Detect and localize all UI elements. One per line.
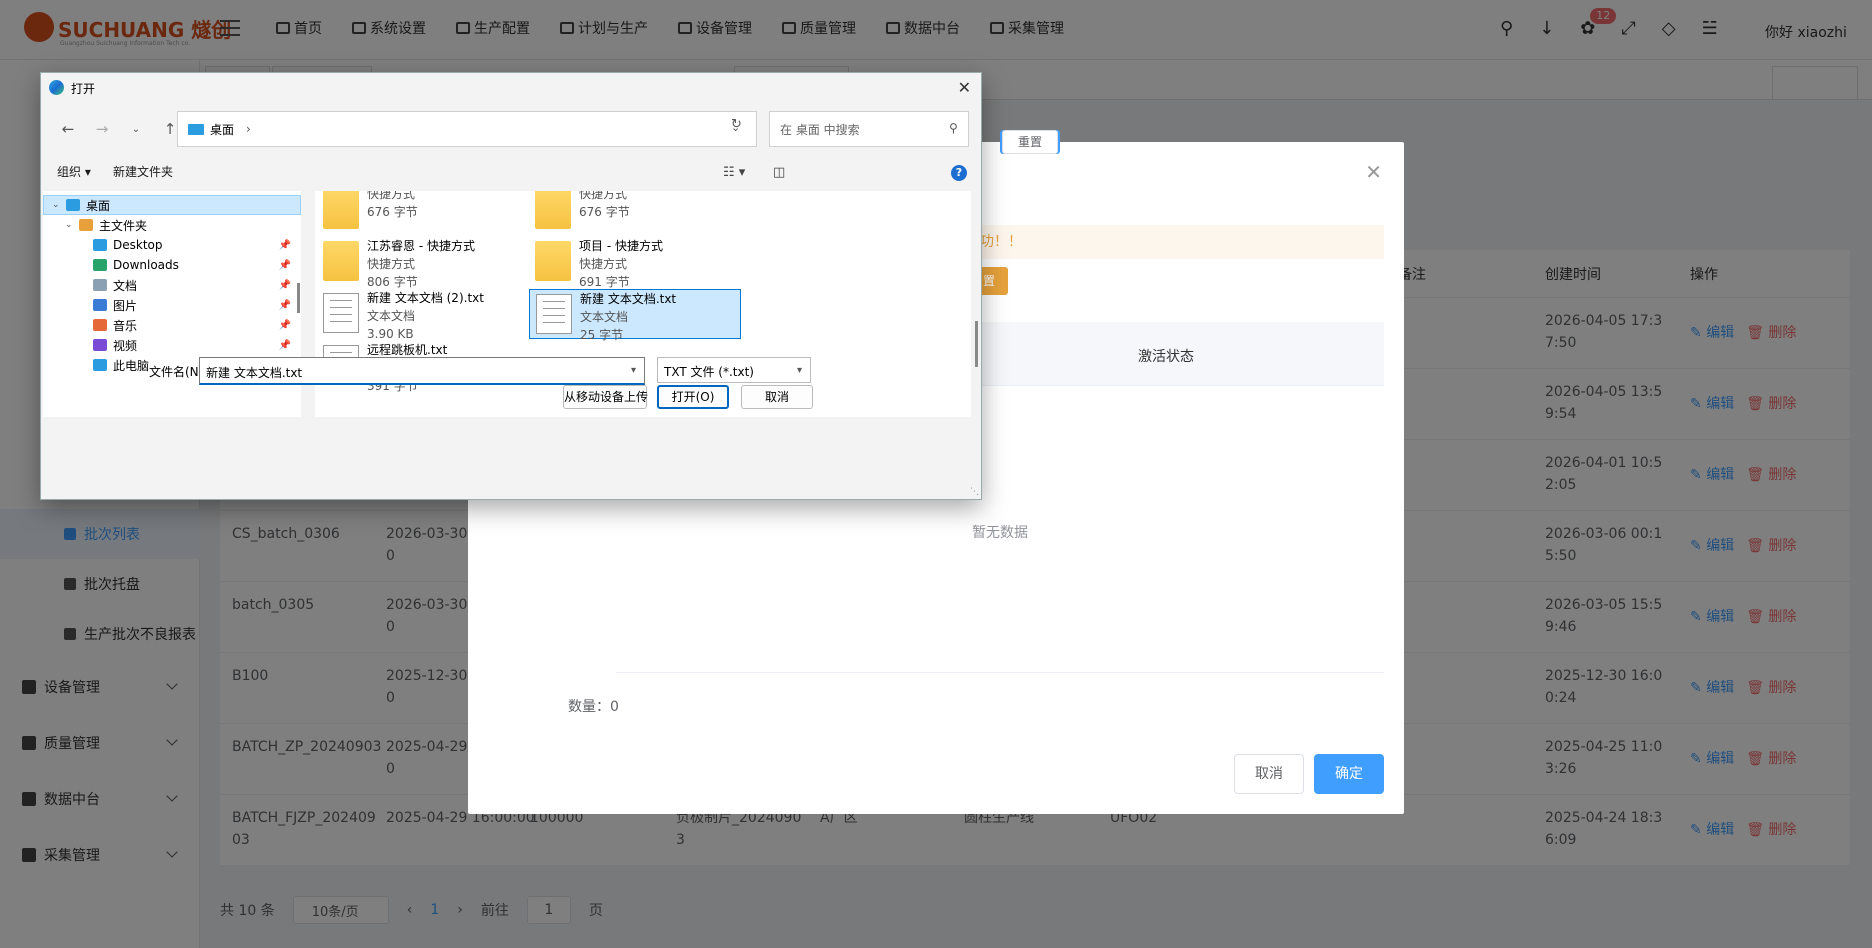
tree-item-label: 主文件夹 xyxy=(99,218,148,233)
tree-item-label: 此电脑 xyxy=(113,358,150,373)
tree-item-label: 音乐 xyxy=(113,318,138,333)
folder-shortcut-icon xyxy=(535,191,571,229)
folder-shortcut-icon xyxy=(323,241,359,281)
confirm-button[interactable]: 确定 xyxy=(1314,754,1384,794)
chevron-down-icon[interactable]: ▾ xyxy=(797,365,802,376)
dialog-titlebar: 打开 ✕ xyxy=(41,73,981,103)
pin-icon: 📌 xyxy=(278,339,291,351)
tree-item-label: 桌面 xyxy=(86,198,111,213)
chevron-right-icon: › xyxy=(246,122,251,136)
file-item[interactable]: 快捷方式 676 字节 xyxy=(317,191,529,235)
pin-icon: 📌 xyxy=(278,299,291,311)
chevron-down-icon[interactable]: ⌄ xyxy=(65,220,79,230)
file-open-dialog: 打开 ✕ ← → ⌄ ↑ 桌面 › ⌄ ↻ 在 桌面 中搜索 ⚲ 组织 ▾ 新建… xyxy=(40,72,982,500)
folder-icon xyxy=(93,239,107,251)
file-type: 文本文档 xyxy=(367,309,416,323)
preview-pane-icon[interactable]: ◫ xyxy=(773,165,785,180)
folder-shortcut-icon xyxy=(535,241,571,281)
modal-th-status: 激活状态 xyxy=(1138,349,1194,365)
folder-icon xyxy=(93,279,107,291)
file-size: 25 字节 xyxy=(580,328,624,342)
dialog-title: 打开 xyxy=(71,81,96,96)
chevron-down-icon[interactable]: ▾ xyxy=(631,365,636,376)
back-icon[interactable]: ← xyxy=(51,120,85,138)
divider xyxy=(616,672,1384,673)
tree-item[interactable]: Desktop 📌 xyxy=(43,235,301,255)
close-icon[interactable]: ✕ xyxy=(958,78,971,97)
pin-icon: 📌 xyxy=(278,239,291,251)
tree-item[interactable]: 视频 📌 xyxy=(43,335,301,355)
tree-item-label: Desktop xyxy=(113,238,163,252)
file-item[interactable]: 项目 - 快捷方式 快捷方式 691 字节 xyxy=(529,237,741,289)
tree-item[interactable]: ⌄ 主文件夹 xyxy=(43,215,301,235)
file-type: 快捷方式 xyxy=(367,257,416,271)
folder-icon xyxy=(93,319,107,331)
filename-input[interactable]: 新建 文本文档.txt xyxy=(199,357,645,385)
file-type: 快捷方式 xyxy=(579,191,628,201)
tree-item-label: 视频 xyxy=(113,338,138,353)
recent-chevron-icon[interactable]: ⌄ xyxy=(119,124,153,135)
tree-item[interactable]: Downloads 📌 xyxy=(43,255,301,275)
file-item[interactable]: 江苏睿恩 - 快捷方式 快捷方式 806 字节 xyxy=(317,237,529,289)
open-button[interactable]: 打开(O) xyxy=(657,385,729,409)
tree-item[interactable]: 音乐 📌 xyxy=(43,315,301,335)
file-name: 新建 文本文档.txt xyxy=(580,292,677,306)
folder-icon xyxy=(79,219,93,231)
tree-item-label: 文档 xyxy=(113,278,138,293)
file-type: 快捷方式 xyxy=(367,191,416,201)
tree-item-label: Downloads xyxy=(113,258,179,272)
pin-icon: 📌 xyxy=(278,279,291,291)
chevron-down-icon[interactable]: ⌄ xyxy=(52,200,66,210)
reset-button[interactable]: 重置 xyxy=(1002,130,1058,154)
refresh-icon[interactable]: ↻ xyxy=(731,117,742,132)
file-size: 676 字节 xyxy=(367,205,418,219)
dialog-cancel-button[interactable]: 取消 xyxy=(741,385,813,409)
forward-icon[interactable]: → xyxy=(85,120,119,138)
text-file-icon xyxy=(323,293,359,333)
view-options-icon[interactable]: ☷ ▾ xyxy=(723,165,745,180)
file-type: 文本文档 xyxy=(580,310,629,324)
folder-icon xyxy=(93,299,107,311)
file-item[interactable]: 快捷方式 676 字节 xyxy=(529,191,741,235)
pin-icon: 📌 xyxy=(278,259,291,271)
empty-text: 暂无数据 xyxy=(972,525,1028,541)
organize-menu[interactable]: 组织 ▾ xyxy=(57,163,91,180)
tree-item[interactable]: 文档 📌 xyxy=(43,275,301,295)
address-path: 桌面 xyxy=(210,122,235,137)
desktop-folder-icon xyxy=(188,123,204,135)
cancel-button[interactable]: 取消 xyxy=(1234,754,1304,794)
file-item[interactable]: 新建 文本文档 (2).txt 文本文档 3.90 KB xyxy=(317,289,529,341)
file-scrollbar[interactable] xyxy=(975,321,978,367)
pin-icon: 📌 xyxy=(278,319,291,331)
edge-icon xyxy=(49,80,64,95)
file-item[interactable]: 新建 文本文档.txt 文本文档 25 字节 xyxy=(529,289,741,342)
count-text: 数量：0 xyxy=(568,699,619,715)
tree-item-label: 图片 xyxy=(113,298,138,313)
file-name: 新建 文本文档 (2).txt xyxy=(367,291,484,305)
folder-icon xyxy=(93,339,107,351)
folder-icon xyxy=(66,199,80,211)
folder-shortcut-icon xyxy=(323,191,359,229)
text-file-icon xyxy=(536,294,572,334)
filetype-select[interactable]: TXT 文件 (*.txt) xyxy=(657,357,811,383)
search-input[interactable]: 在 桌面 中搜索 xyxy=(769,111,969,147)
file-type: 快捷方式 xyxy=(579,257,628,271)
upload-from-device-button[interactable]: 从移动设备上传 xyxy=(563,385,648,409)
address-bar[interactable]: 桌面 › xyxy=(177,111,757,147)
file-name: 项目 - 快捷方式 xyxy=(579,239,663,253)
nav-scrollbar[interactable] xyxy=(297,283,300,313)
folder-icon xyxy=(93,259,107,271)
folder-icon xyxy=(93,359,107,371)
tree-item[interactable]: 图片 📌 xyxy=(43,295,301,315)
help-icon[interactable]: ? xyxy=(951,165,967,181)
tree-item[interactable]: ⌄ 桌面 xyxy=(43,195,301,215)
file-size: 676 字节 xyxy=(579,205,630,219)
new-folder-button[interactable]: 新建文件夹 xyxy=(113,163,173,180)
file-name: 江苏睿恩 - 快捷方式 xyxy=(367,239,475,253)
close-icon[interactable]: ✕ xyxy=(1365,160,1382,184)
resize-grip-icon[interactable]: ⋱ xyxy=(970,487,979,497)
search-icon: ⚲ xyxy=(949,121,958,135)
